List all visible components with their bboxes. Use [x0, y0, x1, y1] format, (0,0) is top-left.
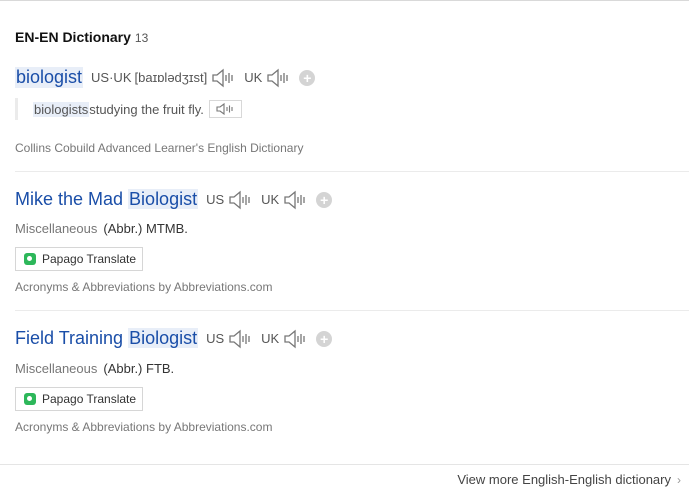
add-to-wordbook-plus-icon[interactable]: +: [299, 69, 316, 86]
add-to-wordbook-plus-icon[interactable]: +: [316, 330, 333, 347]
add-to-wordbook-plus-icon[interactable]: +: [316, 191, 333, 208]
footer-bar: View more English-English dictionary ›: [0, 464, 689, 495]
example-speaker-icon[interactable]: [208, 100, 242, 118]
section-title: EN-EN Dictionary 13: [15, 29, 148, 45]
meaning-row: Miscellaneous (Abbr.) FTB.: [15, 361, 174, 376]
category-label: Miscellaneous: [15, 361, 98, 376]
speaker-icon[interactable]: [227, 190, 253, 210]
speaker-icon[interactable]: [265, 68, 291, 88]
entry-word-link[interactable]: biologist: [15, 67, 84, 88]
example-sentence: biologists studying the fruit fly.: [15, 98, 242, 120]
top-divider: [0, 0, 689, 1]
entry-word-prefix: Mike the Mad: [15, 189, 129, 209]
papago-icon: [24, 253, 36, 265]
view-more-label: View more English-English dictionary: [457, 472, 671, 487]
entry-word-highlight: Biologist: [128, 328, 199, 348]
entry-word-link[interactable]: Mike the Mad Biologist: [15, 189, 199, 210]
divider: [15, 310, 689, 311]
dictionary-source[interactable]: Acronyms & Abbreviations by Abbreviation…: [15, 280, 272, 294]
example-text: studying the fruit fly.: [89, 101, 204, 117]
entry-word-prefix: Field Training: [15, 328, 129, 348]
meaning-row: Miscellaneous (Abbr.) MTMB.: [15, 221, 188, 236]
section-title-text: EN-EN Dictionary: [15, 29, 131, 45]
entry-field-header: Field Training Biologist US UK +: [15, 328, 333, 349]
phonetic: [baɪɒlədʒɪst]: [134, 70, 208, 85]
uk-label: UK: [261, 331, 280, 346]
entry-word-highlight: Biologist: [128, 189, 199, 209]
papago-translate-label: Papago Translate: [42, 252, 137, 266]
us-label: US: [206, 192, 225, 207]
chevron-right-icon: ›: [677, 472, 681, 487]
papago-icon: [24, 393, 36, 405]
papago-translate-button[interactable]: Papago Translate: [15, 247, 143, 271]
pron-label: US·UK: [91, 70, 132, 85]
definition-text: (Abbr.) MTMB.: [103, 221, 188, 236]
entry-word-link[interactable]: Field Training Biologist: [15, 328, 199, 349]
speaker-icon[interactable]: [282, 190, 308, 210]
entry-biologist-header: biologist US·UK [baɪɒlədʒɪst] UK +: [15, 67, 316, 88]
us-label: US: [206, 331, 225, 346]
speaker-icon[interactable]: [210, 68, 236, 88]
example-highlight: biologists: [33, 101, 90, 117]
speaker-icon[interactable]: [227, 329, 253, 349]
uk-label: UK: [244, 70, 263, 85]
category-label: Miscellaneous: [15, 221, 98, 236]
entry-count: 13: [134, 31, 149, 45]
view-more-link[interactable]: View more English-English dictionary ›: [457, 472, 681, 487]
definition-text: (Abbr.) FTB.: [103, 361, 175, 376]
speaker-icon[interactable]: [282, 329, 308, 349]
dictionary-source[interactable]: Collins Cobuild Advanced Learner's Engli…: [15, 141, 303, 155]
uk-label: UK: [261, 192, 280, 207]
papago-translate-label: Papago Translate: [42, 392, 137, 406]
dictionary-source[interactable]: Acronyms & Abbreviations by Abbreviation…: [15, 420, 272, 434]
papago-translate-button[interactable]: Papago Translate: [15, 387, 143, 411]
divider: [15, 171, 689, 172]
entry-mike-header: Mike the Mad Biologist US UK +: [15, 189, 333, 210]
